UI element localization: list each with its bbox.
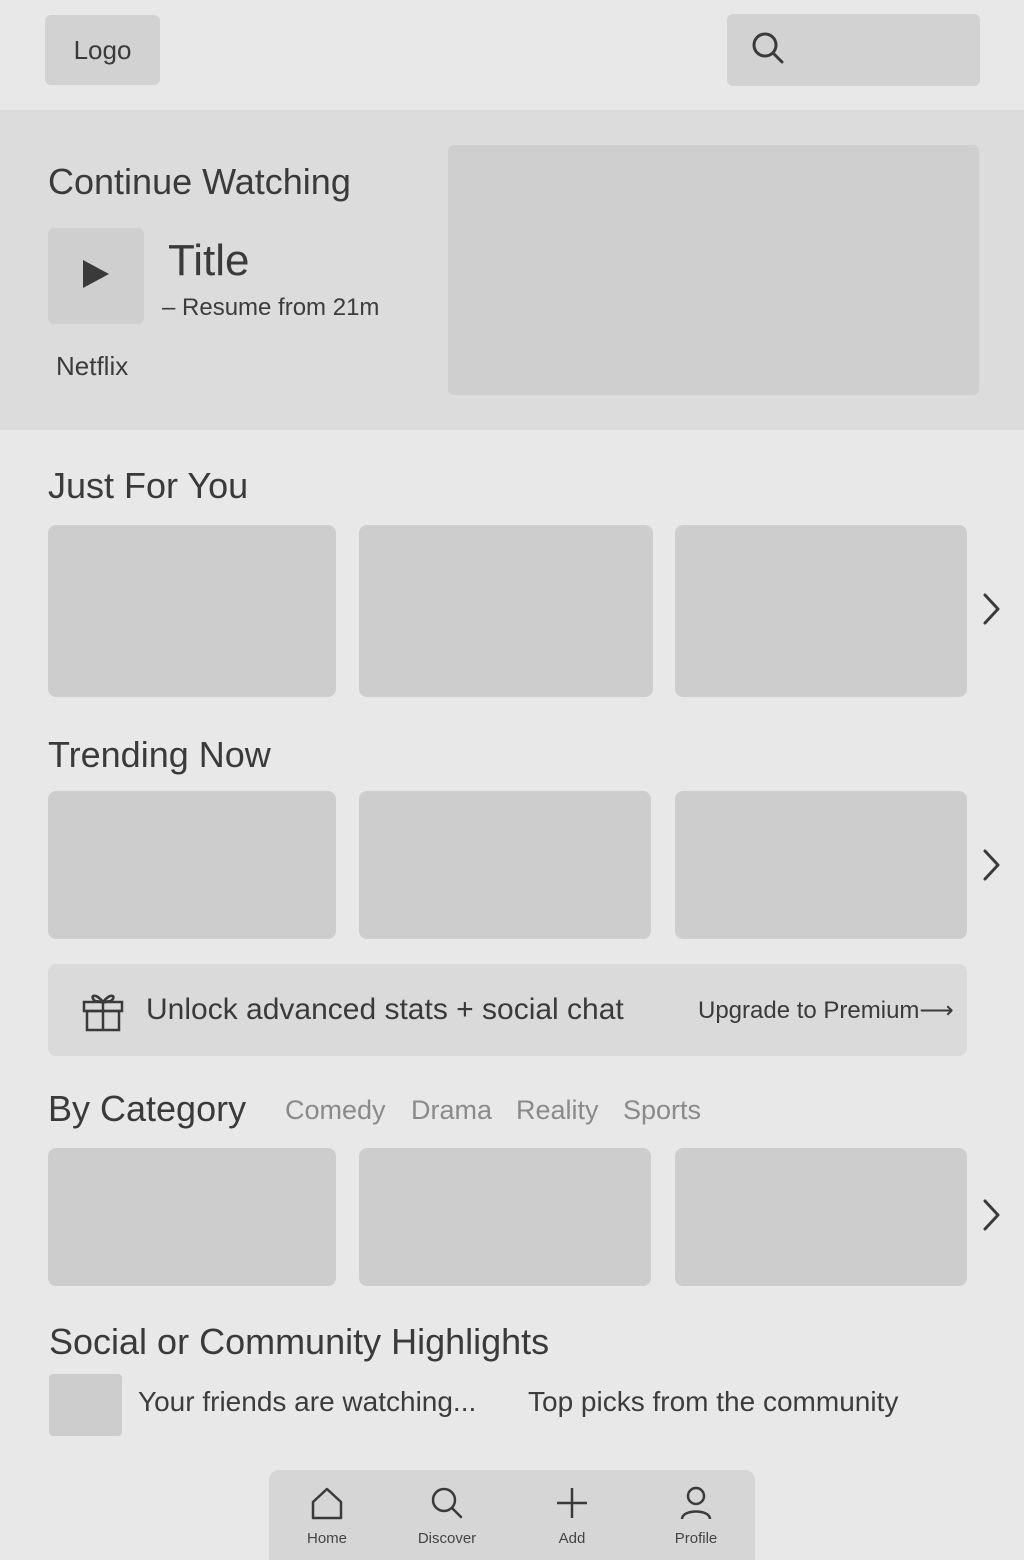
home-icon	[309, 1485, 345, 1526]
tab-add-label: Add	[558, 1530, 586, 1547]
chevron-right-icon[interactable]	[976, 589, 1006, 629]
premium-banner-text: Unlock advanced stats + social chat	[146, 993, 624, 1026]
social-heading: Social or Community Highlights	[49, 1321, 550, 1362]
category-card[interactable]	[48, 1148, 336, 1286]
continue-title[interactable]: Title	[168, 236, 250, 286]
category-tab-drama[interactable]: Drama	[411, 1095, 492, 1126]
search-icon	[751, 31, 785, 70]
gift-icon	[81, 990, 125, 1037]
community-picks-text[interactable]: Top picks from the community	[528, 1386, 898, 1418]
category-tab-comedy[interactable]: Comedy	[285, 1095, 386, 1126]
category-card[interactable]	[359, 1148, 651, 1286]
tab-profile-label: Profile	[674, 1530, 718, 1547]
trending-card[interactable]	[359, 791, 651, 939]
just-for-you-card[interactable]	[48, 525, 336, 697]
play-button[interactable]	[48, 228, 144, 324]
trending-card[interactable]	[48, 791, 336, 939]
user-icon	[678, 1485, 714, 1526]
provider-label: Netflix	[56, 351, 129, 381]
by-category-heading: By Category	[48, 1088, 247, 1129]
category-tab-sports[interactable]: Sports	[623, 1095, 701, 1126]
just-for-you-card[interactable]	[675, 525, 967, 697]
plus-icon	[554, 1485, 590, 1526]
avatar[interactable]	[49, 1374, 122, 1436]
tab-home[interactable]: Home	[277, 1485, 377, 1547]
just-for-you-card[interactable]	[359, 525, 653, 697]
play-icon	[81, 258, 111, 295]
upgrade-premium-link[interactable]: Upgrade to Premium⟶	[698, 996, 954, 1025]
search-icon	[429, 1485, 465, 1526]
category-tab-reality[interactable]: Reality	[516, 1095, 599, 1126]
category-card[interactable]	[675, 1148, 967, 1286]
tab-add[interactable]: Add	[522, 1485, 622, 1547]
just-for-you-heading: Just For You	[48, 465, 249, 506]
tab-discover-label: Discover	[417, 1530, 477, 1547]
tab-home-label: Home	[306, 1530, 347, 1547]
logo[interactable]: Logo	[45, 15, 160, 85]
continue-thumbnail[interactable]	[448, 145, 979, 395]
continue-watching-heading: Continue Watching	[48, 161, 351, 202]
resume-text: – Resume from 21m	[162, 294, 380, 321]
trending-card[interactable]	[675, 791, 967, 939]
chevron-right-icon[interactable]	[976, 845, 1006, 885]
tab-discover[interactable]: Discover	[397, 1485, 497, 1547]
logo-label: Logo	[73, 34, 132, 65]
trending-now-heading: Trending Now	[48, 734, 271, 775]
tab-profile[interactable]: Profile	[646, 1485, 746, 1547]
chevron-right-icon[interactable]	[976, 1195, 1006, 1235]
friends-watching-text[interactable]: Your friends are watching...	[138, 1386, 476, 1418]
search-bar[interactable]	[727, 14, 980, 86]
